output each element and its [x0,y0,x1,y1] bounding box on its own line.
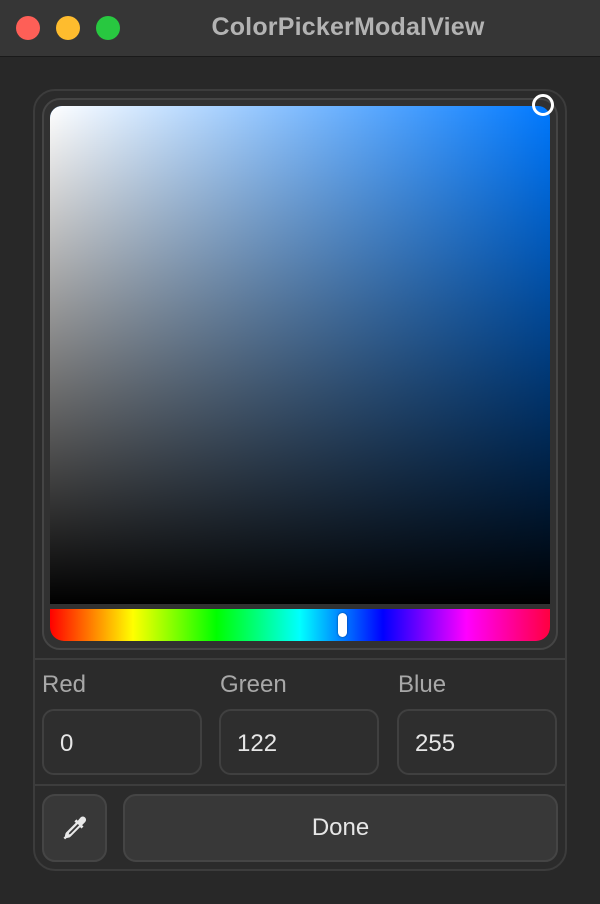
hue-slider-handle[interactable] [338,613,347,637]
eyedropper-icon [63,816,87,840]
divider [35,658,565,660]
red-field[interactable]: 0 [42,709,202,775]
red-value: 0 [60,730,74,757]
blue-value: 255 [415,730,456,757]
window-title: ColorPickerModalView [211,13,485,41]
eyedropper-button[interactable] [42,794,107,862]
blue-field[interactable]: 255 [397,709,557,775]
title-bar[interactable]: ColorPickerModalView [0,0,600,57]
hue-slider[interactable] [50,609,550,641]
green-label: Green [220,671,287,698]
red-label: Red [42,671,87,698]
done-button[interactable]: Done [123,794,558,862]
brightness-gradient [50,106,550,604]
green-value: 122 [237,730,278,757]
saturation-brightness-handle[interactable] [532,94,554,116]
divider [35,784,565,786]
green-field[interactable]: 122 [219,709,379,775]
saturation-brightness-area[interactable] [50,106,550,604]
blue-label: Blue [398,671,447,698]
color-picker-window: ColorPickerModalView Red Green Blue 0 12… [0,0,600,904]
